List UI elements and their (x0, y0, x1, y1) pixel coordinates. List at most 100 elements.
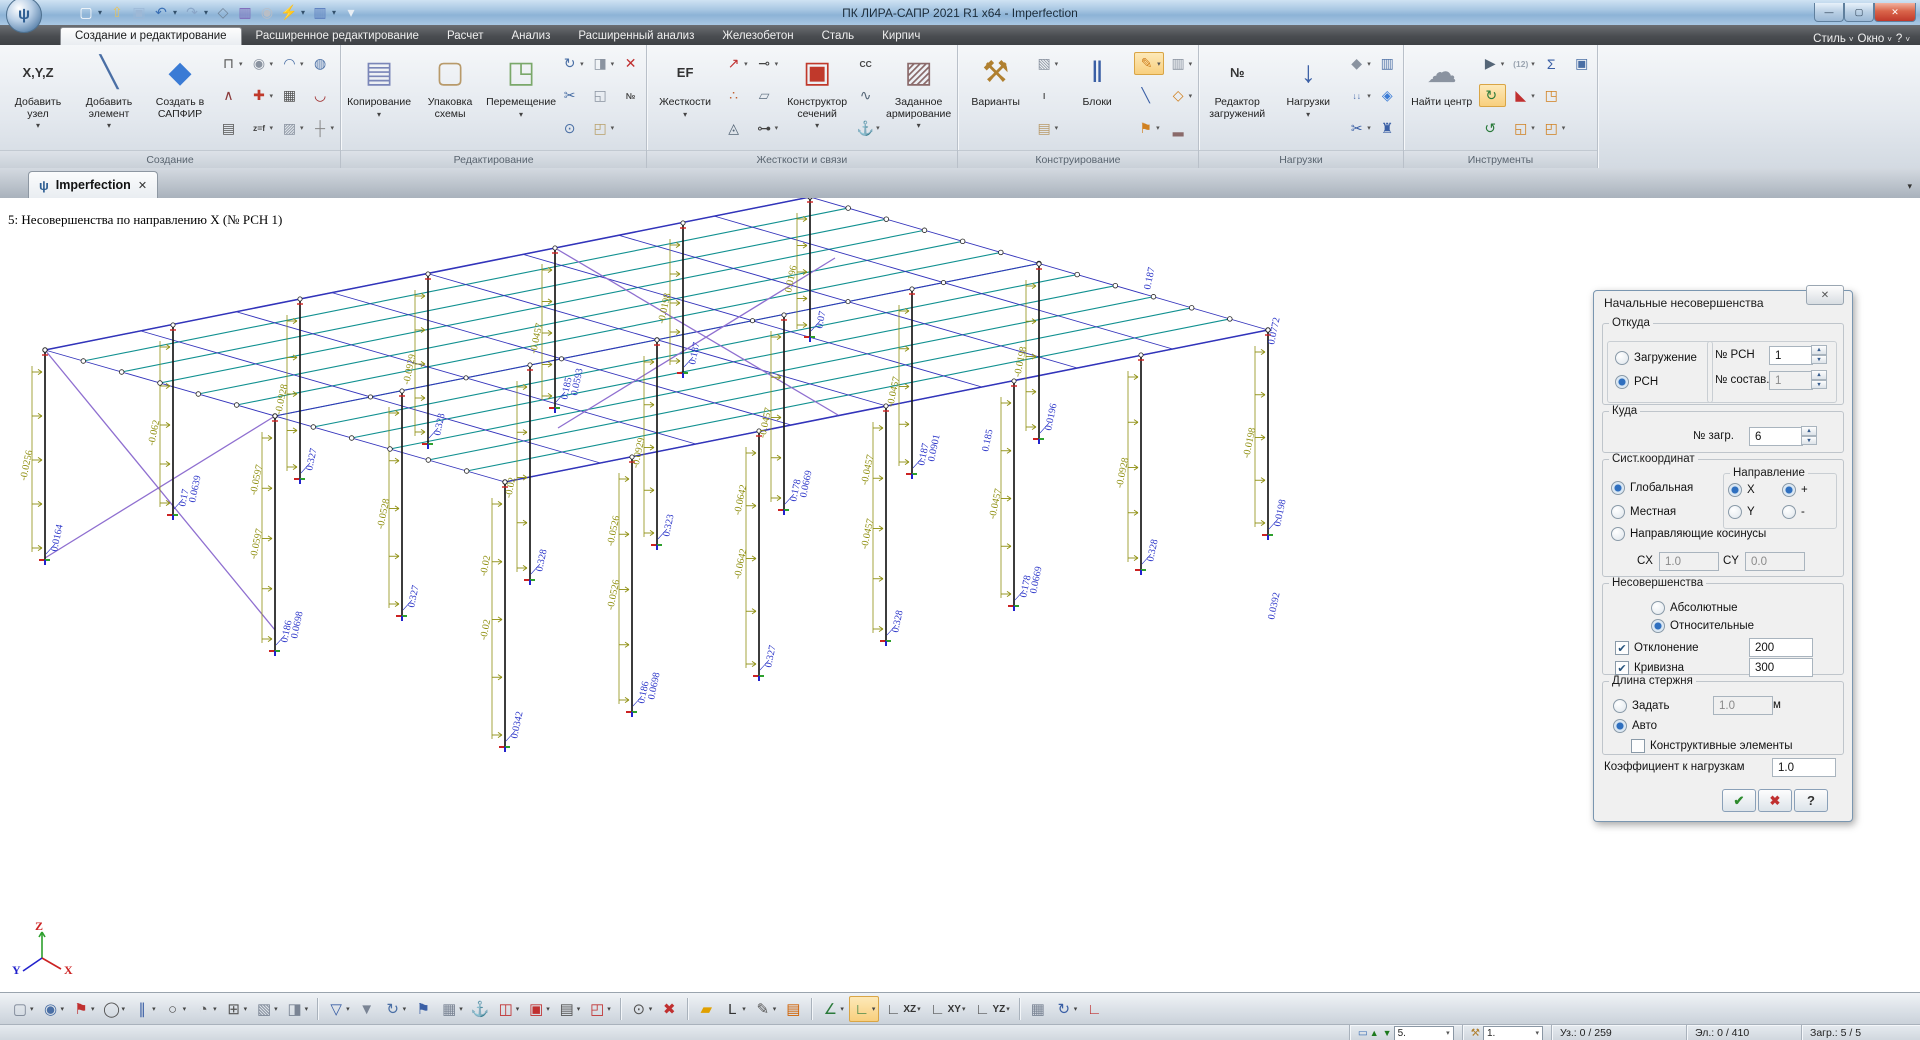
filter-triangle-icon[interactable]: ▽▾ (324, 997, 353, 1021)
hinge-icon[interactable]: ⊶▾ (753, 118, 781, 139)
frame-red-icon[interactable]: ◰▾ (585, 997, 614, 1021)
insert-frame-icon[interactable]: ◰▾ (589, 118, 617, 139)
cube-design-icon[interactable]: ▧▾ (1033, 53, 1061, 74)
palette-icon[interactable]: ▤ (781, 997, 805, 1021)
radio-zagruzhenie[interactable]: Загружение (1615, 351, 1697, 365)
up-arrow-button[interactable]: ▲ (1370, 1028, 1379, 1038)
load-editor-button[interactable]: №Редактор загружений (1203, 48, 1271, 150)
weight-icon[interactable]: ◆▾ (1345, 53, 1373, 74)
scale-icon[interactable]: ◱ (589, 85, 617, 106)
scissors-icon[interactable]: ✂ (558, 85, 586, 106)
move-button[interactable]: ◳Перемещение▾ (487, 48, 555, 150)
num-rsn-spinner[interactable]: ▴▾ (1811, 345, 1827, 364)
cut-load-icon[interactable]: ✂▾ (1345, 118, 1373, 139)
quarters-pen-icon[interactable]: ◰▾ (1540, 118, 1568, 139)
blocks-button[interactable]: ‖Блоки (1063, 48, 1131, 150)
add-node-button[interactable]: X,Y,ZДобавить узел▾ (4, 48, 72, 150)
variants-button[interactable]: ⚒Варианты (962, 48, 1030, 150)
view-axes-icon[interactable]: ∠▾ (818, 997, 847, 1021)
erase-icon[interactable]: ✕ (619, 53, 642, 74)
ribbon-tab-7[interactable]: Кирпич (868, 28, 934, 45)
close-button[interactable]: ✕ (1874, 3, 1916, 22)
loadcase-combo[interactable]: 5.▾ (1394, 1026, 1454, 1040)
distributed-load-icon[interactable]: ↓↓▾ (1345, 85, 1373, 106)
sign-plate-icon[interactable]: ◇▾ (1167, 85, 1195, 106)
mirror-icon[interactable]: ◨▾ (589, 53, 617, 74)
selection-frame-icon[interactable]: ▢▾ (8, 997, 37, 1021)
view-xy-icon[interactable]: ∟XY▾ (926, 997, 969, 1021)
document-tab-close-icon[interactable]: ✕ (138, 179, 147, 192)
dialog-help-button[interactable]: ? (1794, 789, 1828, 812)
sector-section-icon[interactable]: ◔▾ (191, 997, 220, 1021)
cc-icon[interactable]: CC (854, 53, 882, 74)
find-center-button[interactable]: ☁Найти центр (1408, 48, 1476, 150)
rotate-fragment-icon[interactable]: ↻▾ (381, 997, 410, 1021)
surface-icon[interactable]: ◍ (309, 53, 337, 74)
help-menu[interactable]: ?˅ (1896, 33, 1910, 45)
create-sapfir-button[interactable]: ◆Создать в САПФИР (146, 48, 214, 150)
edit-add-icon[interactable]: ✎▾ (1134, 52, 1164, 75)
tower-load-icon[interactable]: ♜ (1376, 118, 1399, 139)
sum-icon[interactable]: Σ (1540, 53, 1568, 74)
dimension-grid-icon[interactable]: ▦▾ (437, 997, 466, 1021)
ribbon-tab-0[interactable]: Создание и редактирование (60, 27, 242, 45)
quarters-c-icon[interactable]: ◱▾ (1509, 118, 1537, 139)
chart-decline-icon[interactable]: ◣▾ (1509, 85, 1537, 106)
ribbon-tab-6[interactable]: Сталь (808, 28, 869, 45)
loads-button[interactable]: ↓Нагрузки▾ (1274, 48, 1342, 150)
style-menu[interactable]: Стиль˅ (1813, 33, 1853, 45)
window-menu[interactable]: Окно˅ (1858, 33, 1892, 45)
tab-list-button[interactable]: ▾ (1907, 181, 1912, 192)
node-move-icon[interactable]: ✚▾ (248, 85, 276, 106)
dashed-contour-icon[interactable]: ▨▾ (278, 118, 306, 139)
portal-frame-icon[interactable]: ⊓▾ (217, 53, 245, 74)
polyline-flag-icon[interactable]: ⚑▾ (69, 997, 98, 1021)
rotate-z-icon[interactable]: ↻▾ (1052, 997, 1081, 1021)
zoom-icon[interactable]: ⊙▾ (627, 997, 656, 1021)
z-function-icon[interactable]: z=f▾ (248, 118, 276, 139)
load-factor-field[interactable]: 1.0 (1772, 758, 1836, 777)
variant-combo[interactable]: 1.▾ (1483, 1026, 1543, 1040)
colored-cursor-icon[interactable]: ▶▾ (1479, 53, 1507, 74)
rod-tool-icon[interactable]: ⊸▾ (753, 53, 781, 74)
stiffness-button[interactable]: EFЖесткости▾ (651, 48, 719, 150)
zoom-cancel-icon[interactable]: ✖ (657, 997, 681, 1021)
surface-load-icon[interactable]: ↗▾ (722, 53, 750, 74)
down-arrow-button[interactable]: ▼ (1383, 1028, 1392, 1038)
minimize-button[interactable]: — (1814, 3, 1844, 22)
radio-plus[interactable]: + (1782, 483, 1808, 497)
refresh-panel-icon[interactable]: ↻ (1479, 84, 1507, 107)
checkbox-deviation[interactable]: ✔Отклонение (1615, 641, 1699, 655)
support-icon[interactable]: ◬ (722, 118, 750, 139)
ribbon-tab-2[interactable]: Расчет (433, 28, 498, 45)
deviation-field[interactable]: 200 (1749, 638, 1813, 657)
ribbon-tab-1[interactable]: Расширенное редактирование (242, 28, 433, 45)
reinforcement-button[interactable]: ▨Заданное армирование▾ (885, 48, 953, 150)
radio-rsn[interactable]: РСН (1615, 375, 1658, 389)
mirror-fragment-icon[interactable]: ◨▾ (283, 997, 312, 1021)
grid-fragment-icon[interactable]: ⊞▾ (222, 997, 251, 1021)
dimension-l-icon[interactable]: L▾ (720, 997, 749, 1021)
node-dots-icon[interactable]: ∴ (722, 85, 750, 106)
axes-corner-icon[interactable]: ∟ (1082, 997, 1106, 1021)
ellipse-icon[interactable]: ◯▾ (100, 997, 129, 1021)
anchor-icon[interactable]: ⚓▾ (854, 118, 882, 139)
quarters-down-icon[interactable]: ◳ (1540, 85, 1568, 106)
add-element-button[interactable]: ╲Добавить элемент▾ (75, 48, 143, 150)
maximize-button[interactable]: ▢ (1844, 3, 1874, 22)
plate-grid-icon[interactable]: ▦ (278, 85, 306, 106)
radio-absolute[interactable]: Абсолютные (1651, 601, 1738, 615)
ribbon-tab-4[interactable]: Расширенный анализ (564, 28, 708, 45)
radio-set-length[interactable]: Задать (1613, 699, 1669, 713)
plate-shell-icon[interactable]: ▱ (753, 85, 781, 106)
flows-icon[interactable]: ◫▾ (494, 997, 523, 1021)
pan-rotate-icon[interactable]: ◉▾ (39, 997, 68, 1021)
dialog-close-button[interactable]: ✕ (1806, 285, 1844, 305)
radio-y[interactable]: Y (1728, 505, 1755, 519)
arc-icon[interactable]: ◡ (309, 85, 337, 106)
radio-cosines[interactable]: Направляющие косинусы (1611, 527, 1766, 541)
copy-button[interactable]: ▤Копирование▾ (345, 48, 413, 150)
num-sostav-spinner[interactable]: ▴▾ (1811, 370, 1827, 389)
funnel-icon[interactable]: ▼ (355, 997, 379, 1021)
radio-local[interactable]: Местная (1611, 505, 1676, 519)
